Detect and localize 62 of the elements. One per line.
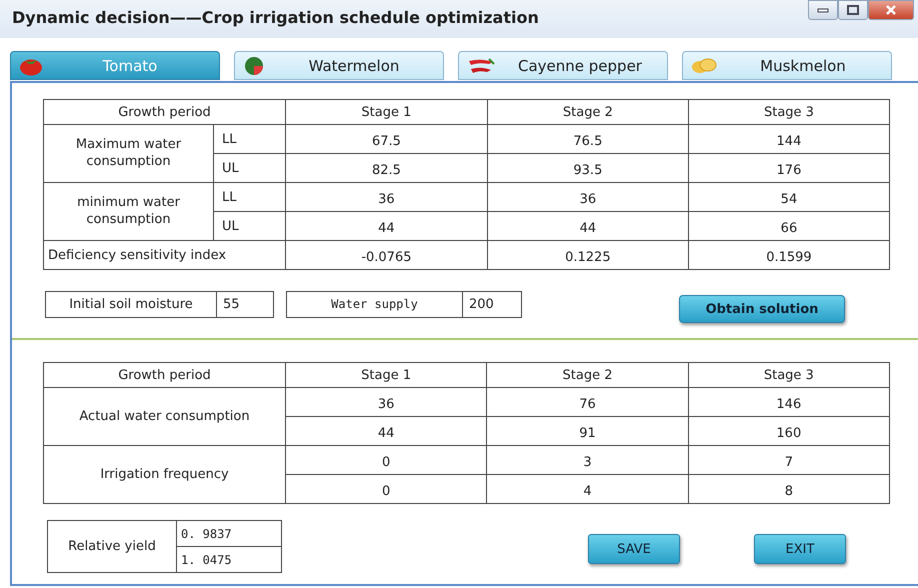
maximize-button[interactable] bbox=[838, 0, 868, 20]
maximize-icon bbox=[847, 5, 859, 15]
close-icon bbox=[885, 5, 897, 15]
table-cell: 4 bbox=[486, 474, 688, 504]
obtain-solution-button[interactable]: Obtain solution bbox=[679, 295, 845, 323]
table-cell: 176 bbox=[688, 154, 890, 182]
minimize-icon bbox=[817, 7, 829, 13]
pepper-icon bbox=[467, 56, 495, 76]
table-header-cell: Stage 2 bbox=[486, 362, 688, 388]
table-cell: 146 bbox=[688, 388, 890, 416]
action-button[interactable]: SAVE bbox=[588, 534, 680, 564]
table-cell: 8 bbox=[688, 474, 890, 504]
limit-label: LL bbox=[214, 124, 286, 154]
crop-tab[interactable]: Watermelon bbox=[234, 51, 444, 80]
close-button[interactable] bbox=[868, 0, 914, 20]
table-header-cell: Growth period bbox=[44, 100, 286, 124]
table-cell: 0. 9837 bbox=[176, 520, 282, 546]
limit-label: UL bbox=[214, 154, 286, 182]
table-cell: 44 bbox=[487, 212, 688, 240]
table-cell: 0 bbox=[286, 446, 487, 474]
table-cell: 44 bbox=[286, 416, 487, 446]
limit-label: LL bbox=[214, 182, 286, 212]
table-header-cell: Stage 3 bbox=[688, 100, 890, 124]
table-cell: 67.5 bbox=[286, 124, 488, 154]
table-header-cell: Stage 1 bbox=[286, 362, 487, 388]
table-cell: 76 bbox=[486, 388, 688, 416]
table-cell: 44 bbox=[286, 212, 488, 240]
table-cell: 76.5 bbox=[487, 124, 688, 154]
table-header-cell: Stage 1 bbox=[286, 100, 488, 124]
table-header-cell: Stage 3 bbox=[688, 362, 890, 388]
minimize-button[interactable] bbox=[808, 0, 838, 20]
table-cell: 82.5 bbox=[286, 154, 488, 182]
table-cell: 160 bbox=[688, 416, 890, 446]
table-cell: 91 bbox=[486, 416, 688, 446]
table-cell: 7 bbox=[688, 446, 890, 474]
table-cell: 144 bbox=[688, 124, 890, 154]
row-label: Maximum water consumption bbox=[44, 124, 214, 182]
table-cell: 0 bbox=[286, 474, 487, 504]
table-cell: 93.5 bbox=[487, 154, 688, 182]
window-title: Dynamic decision——Crop irrigation schedule optimization bbox=[11, 7, 539, 27]
table-cell: 3 bbox=[486, 446, 688, 474]
table-header-cell: Growth period bbox=[44, 362, 286, 388]
table-cell: -0.0765 bbox=[286, 240, 488, 270]
row-label: Irrigation frequency bbox=[44, 446, 286, 504]
muskmelon-icon bbox=[691, 56, 717, 76]
row-label: minimum water consumption bbox=[44, 182, 214, 240]
row-label: Actual water consumption bbox=[44, 388, 286, 446]
table-cell: 1. 0475 bbox=[176, 546, 282, 572]
table-cell: 0.1225 bbox=[487, 240, 688, 270]
table-cell: 36 bbox=[286, 182, 488, 212]
action-button[interactable]: EXIT bbox=[754, 534, 846, 564]
table-cell: 54 bbox=[688, 182, 890, 212]
crop-tab[interactable]: Cayenne pepper bbox=[458, 51, 668, 80]
table-cell: 66 bbox=[688, 212, 890, 240]
table-cell: 36 bbox=[487, 182, 688, 212]
table-cell: 0.1599 bbox=[688, 240, 890, 270]
limit-label: UL bbox=[214, 212, 286, 240]
table-cell: 36 bbox=[286, 388, 487, 416]
crop-tab[interactable]: Muskmelon bbox=[682, 51, 892, 80]
table-header-cell: Stage 2 bbox=[487, 100, 688, 124]
row-label: Deficiency sensitivity index bbox=[44, 240, 286, 270]
row-label: Relative yield bbox=[48, 520, 176, 572]
